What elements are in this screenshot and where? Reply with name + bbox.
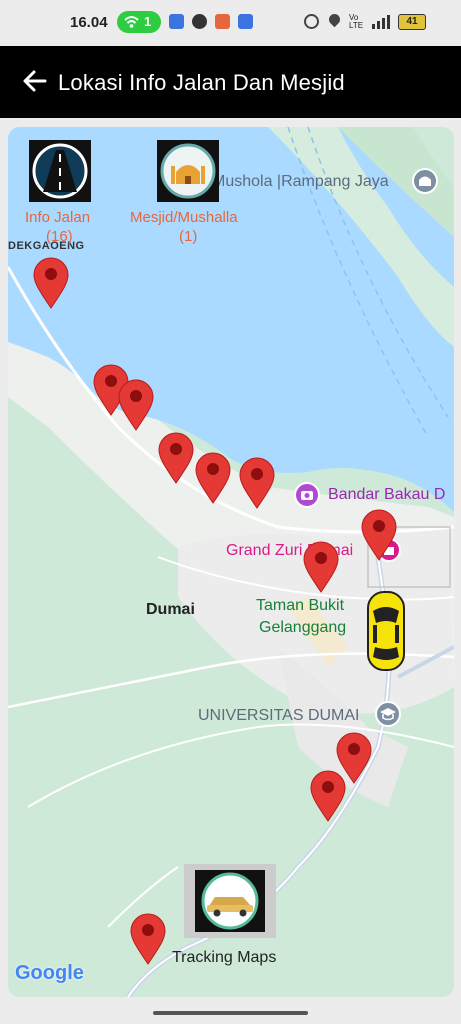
map-label-dumai: Dumai xyxy=(146,601,195,618)
facebook-icon xyxy=(192,14,207,29)
battery-icon: 41 xyxy=(398,14,426,30)
car-location-marker[interactable] xyxy=(364,589,408,673)
road-info-marker[interactable] xyxy=(302,541,340,593)
signal-icon xyxy=(368,14,392,29)
app-bar: Lokasi Info Jalan Dan Mesjid xyxy=(0,46,461,118)
back-arrow-icon[interactable] xyxy=(20,66,50,96)
road-info-marker[interactable] xyxy=(157,432,195,484)
location-icon xyxy=(326,11,343,28)
road-icon xyxy=(32,143,88,199)
mesjid-label: Mesjid/Mushalla xyxy=(130,209,238,226)
tracking-maps-label: Tracking Maps xyxy=(172,949,277,966)
map-label-taman-line2: Gelanggang xyxy=(259,619,347,636)
map-label-bandar-bakau: Bandar Bakau D xyxy=(328,486,446,503)
road-info-marker[interactable] xyxy=(360,509,398,561)
mosque-icon xyxy=(160,143,216,199)
map-view[interactable]: Mushola |Rampang Jaya DEKGAOENG Bandar B… xyxy=(8,127,454,997)
mesjid-count: (1) xyxy=(179,228,198,245)
status-time: 16.04 xyxy=(70,14,108,31)
school-poi-icon[interactable] xyxy=(374,700,402,728)
mute-icon xyxy=(304,14,319,29)
google-logo: Google xyxy=(15,962,84,984)
road-info-marker[interactable] xyxy=(129,913,167,965)
mesjid-button[interactable] xyxy=(157,140,219,202)
taxi-icon xyxy=(201,872,259,930)
page-title: Lokasi Info Jalan Dan Mesjid xyxy=(58,70,345,95)
road-info-marker[interactable] xyxy=(309,770,347,822)
tracking-maps-button[interactable] xyxy=(184,864,276,938)
volte-icon: Vo LTE xyxy=(349,13,364,30)
status-bar: 16.04 1 Vo LTE 41 xyxy=(0,0,461,46)
wifi-hotspot-pill: 1 xyxy=(117,11,161,33)
radio-icon xyxy=(238,14,253,29)
road-info-marker[interactable] xyxy=(32,257,70,309)
map-label-mushola: Mushola |Rampang Jaya xyxy=(212,173,389,190)
camera-poi-icon[interactable] xyxy=(293,481,321,509)
road-info-marker[interactable] xyxy=(238,457,276,509)
info-jalan-count: (16) xyxy=(46,228,73,245)
map-label-taman-line1: Taman Bukit xyxy=(256,597,345,614)
road-info-marker[interactable] xyxy=(194,452,232,504)
android-icon xyxy=(169,14,184,29)
info-jalan-label: Info Jalan xyxy=(25,209,91,226)
road-info-marker[interactable] xyxy=(117,379,155,431)
wifi-count: 1 xyxy=(144,14,152,29)
wifi-icon xyxy=(124,16,139,28)
gesture-nav-bar[interactable] xyxy=(153,1011,308,1015)
info-jalan-button[interactable] xyxy=(29,140,91,202)
gallery-icon xyxy=(215,14,230,29)
mosque-poi-icon[interactable] xyxy=(411,167,439,195)
map-label-universitas: UNIVERSITAS DUMAI xyxy=(198,707,360,724)
